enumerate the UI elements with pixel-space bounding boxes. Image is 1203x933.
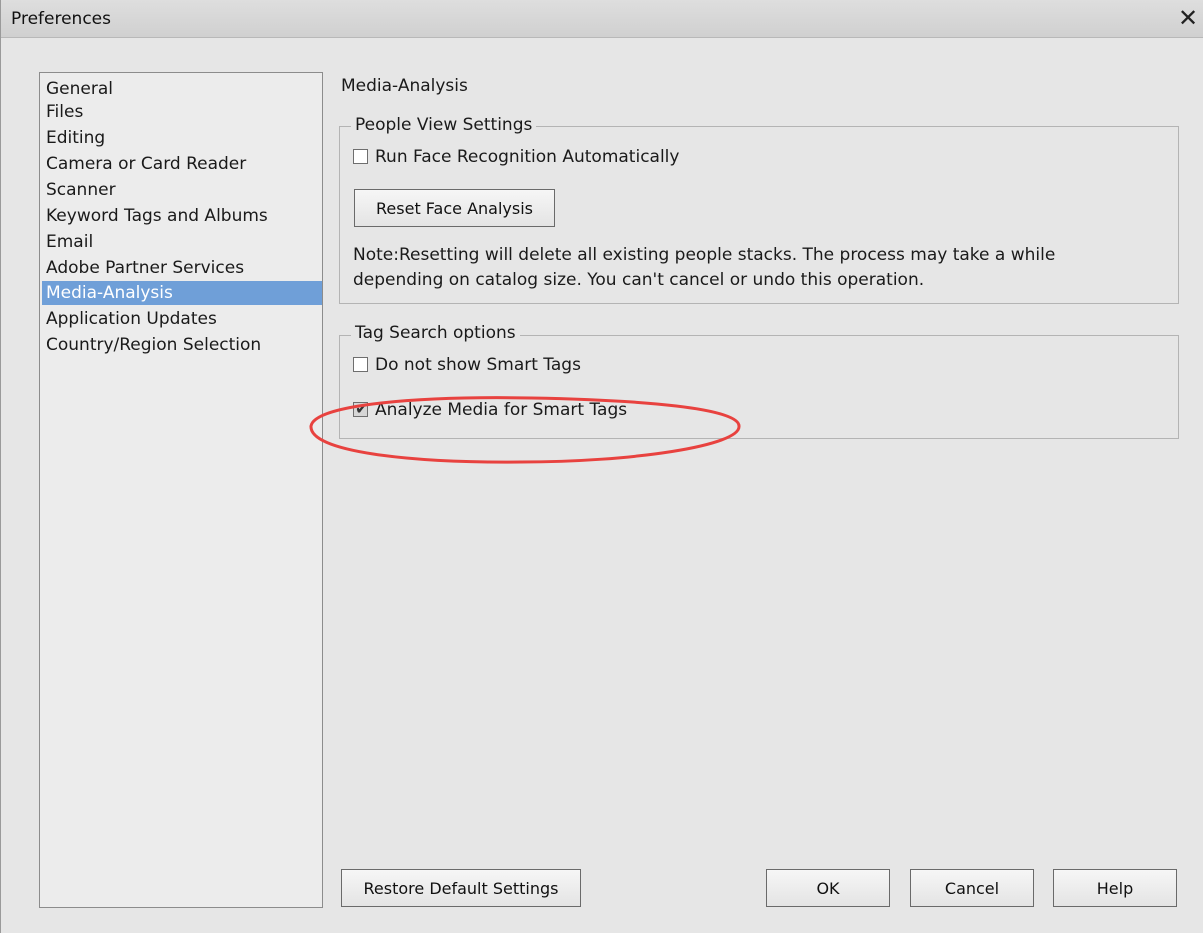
restore-default-settings-button[interactable]: Restore Default Settings: [341, 869, 581, 907]
sidebar-item-email[interactable]: Email: [42, 230, 322, 254]
panel-title: Media-Analysis: [341, 76, 468, 96]
window-title: Preferences: [11, 9, 111, 29]
help-button[interactable]: Help: [1053, 869, 1177, 907]
face-recognition-label: Run Face Recognition Automatically: [375, 147, 680, 167]
people-view-settings-legend: People View Settings: [351, 114, 537, 136]
reset-note-line-1: Note:Resetting will delete all existing …: [353, 245, 1056, 265]
sidebar-item-scanner[interactable]: Scanner: [42, 178, 322, 202]
face-recognition-checkbox[interactable]: [353, 149, 368, 164]
close-icon[interactable]: ✕: [1173, 2, 1203, 34]
sidebar-item-camera-or-card-reader[interactable]: Camera or Card Reader: [42, 152, 322, 176]
sidebar-item-editing[interactable]: Editing: [42, 126, 322, 150]
sidebar-item-files[interactable]: Files: [42, 100, 322, 124]
analyze-media-checkbox[interactable]: ✔: [353, 399, 369, 418]
sidebar-item-application-updates[interactable]: Application Updates: [42, 307, 322, 331]
hide-smart-tags-checkbox[interactable]: [353, 357, 368, 372]
reset-note: Note:Resetting will delete all existing …: [353, 243, 1173, 293]
preferences-dialog: Preferences ✕ General Files Editing Came…: [0, 0, 1203, 933]
sidebar-item-country-region-selection[interactable]: Country/Region Selection: [42, 333, 322, 357]
analyze-media-label: Analyze Media for Smart Tags: [375, 400, 628, 420]
sidebar-item-media-analysis[interactable]: Media-Analysis: [42, 281, 322, 305]
tag-search-options-legend: Tag Search options: [351, 322, 520, 344]
hide-smart-tags-label: Do not show Smart Tags: [375, 355, 581, 375]
ok-button[interactable]: OK: [766, 869, 890, 907]
sidebar-item-general[interactable]: General: [42, 77, 322, 101]
title-bar[interactable]: Preferences ✕: [1, 0, 1203, 38]
checkmark-icon: ✔: [355, 399, 369, 418]
tag-search-options-group: [339, 335, 1179, 439]
reset-note-line-2: depending on catalog size. You can't can…: [353, 270, 925, 290]
sidebar-item-adobe-partner-services[interactable]: Adobe Partner Services: [42, 256, 322, 280]
cancel-button[interactable]: Cancel: [910, 869, 1034, 907]
sidebar-item-keyword-tags-and-albums[interactable]: Keyword Tags and Albums: [42, 204, 322, 228]
preferences-category-list: General Files Editing Camera or Card Rea…: [39, 72, 323, 908]
reset-face-analysis-button[interactable]: Reset Face Analysis: [354, 189, 555, 227]
